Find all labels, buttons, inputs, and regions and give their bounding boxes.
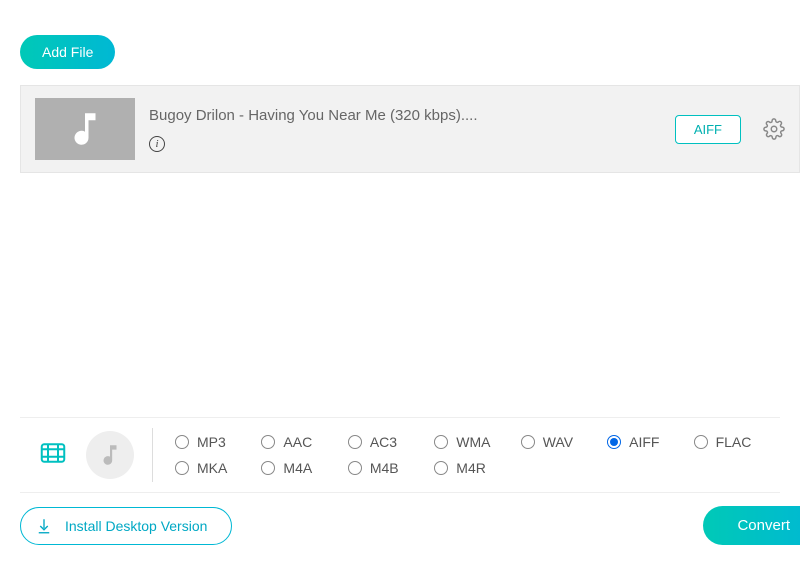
format-option-m4a[interactable]: M4A [261, 460, 347, 476]
format-option-wma[interactable]: WMA [434, 434, 520, 450]
format-option-wav[interactable]: WAV [521, 434, 607, 450]
file-meta: Bugoy Drilon - Having You Near Me (320 k… [149, 107, 661, 152]
format-selector-bar: MP3 AAC AC3 WMA WAV AIFF FLAC MKA M4A M4… [20, 417, 780, 493]
install-desktop-button[interactable]: Install Desktop Version [20, 507, 232, 545]
convert-button[interactable]: Convert [703, 506, 800, 545]
format-option-aac[interactable]: AAC [261, 434, 347, 450]
format-option-mka[interactable]: MKA [175, 460, 261, 476]
format-option-mp3[interactable]: MP3 [175, 434, 261, 450]
mode-icons [20, 428, 153, 482]
install-desktop-label: Install Desktop Version [65, 518, 207, 534]
format-option-flac[interactable]: FLAC [694, 434, 780, 450]
add-file-button[interactable]: Add File [20, 35, 115, 69]
format-option-ac3[interactable]: AC3 [348, 434, 434, 450]
file-row: Bugoy Drilon - Having You Near Me (320 k… [20, 85, 800, 173]
format-option-m4b[interactable]: M4B [348, 460, 434, 476]
music-icon [64, 108, 106, 150]
format-option-m4r[interactable]: M4R [434, 460, 520, 476]
bottom-bar: Install Desktop Version Convert [20, 506, 800, 545]
file-thumbnail [35, 98, 135, 160]
file-title: Bugoy Drilon - Having You Near Me (320 k… [149, 107, 661, 124]
format-badge-button[interactable]: AIFF [675, 115, 741, 144]
settings-gear-icon[interactable] [763, 118, 785, 140]
download-icon [35, 517, 53, 535]
video-mode-icon[interactable] [38, 438, 68, 473]
audio-mode-icon[interactable] [86, 431, 134, 479]
format-options: MP3 AAC AC3 WMA WAV AIFF FLAC MKA M4A M4… [153, 434, 780, 476]
info-icon[interactable]: i [149, 136, 165, 152]
format-option-aiff[interactable]: AIFF [607, 434, 693, 450]
